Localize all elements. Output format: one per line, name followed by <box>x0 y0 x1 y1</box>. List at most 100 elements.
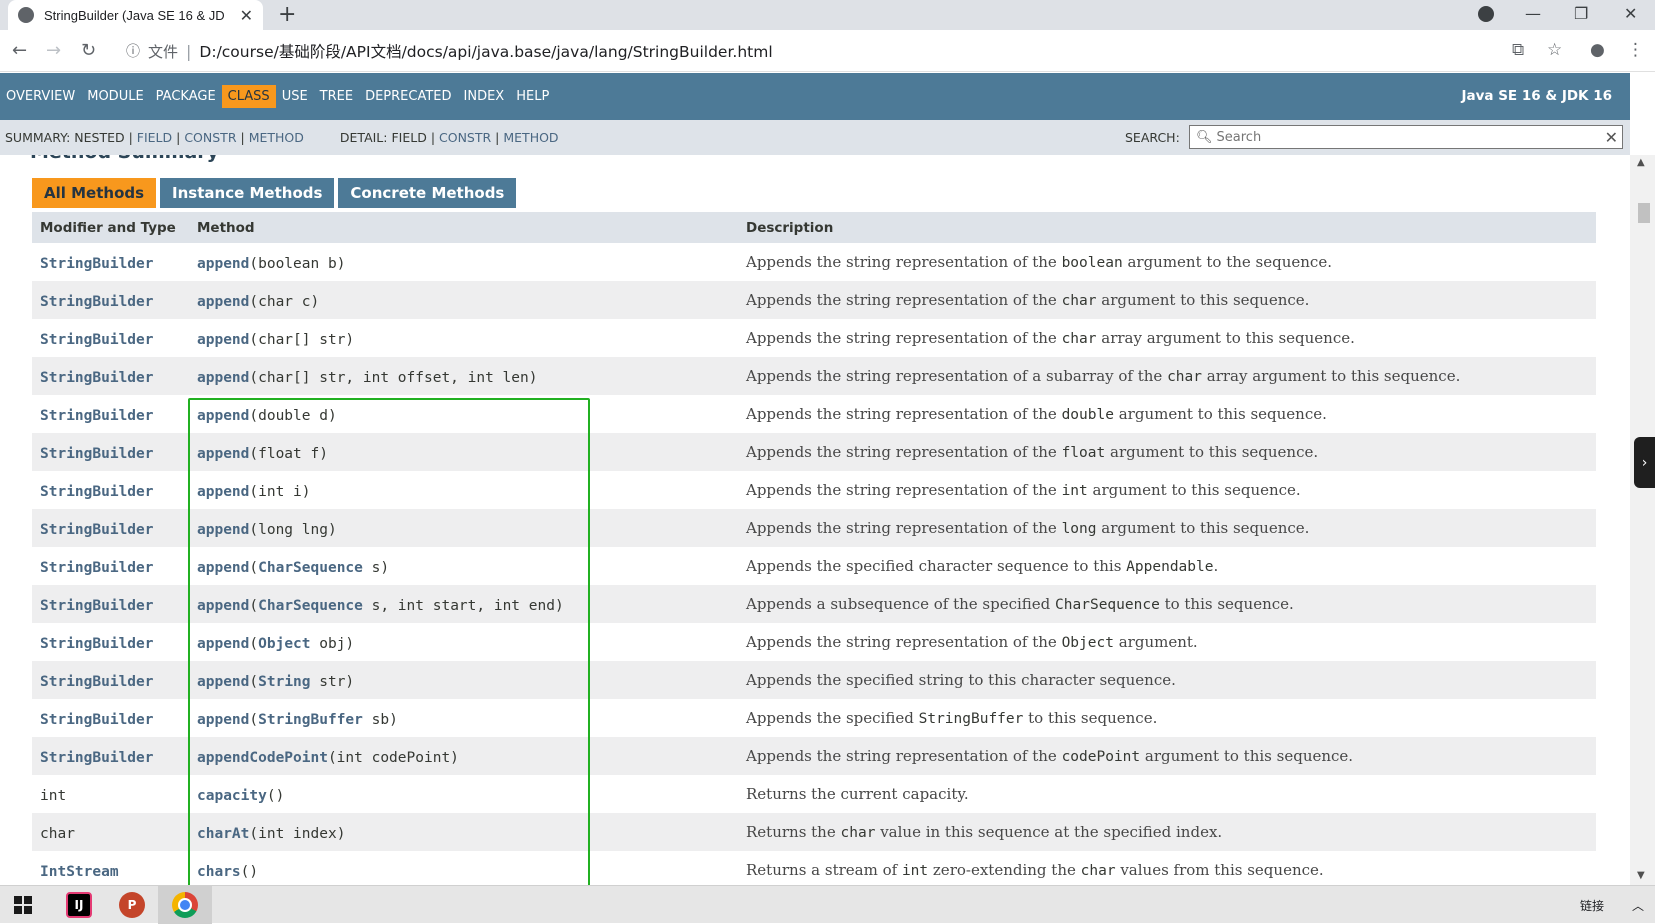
tab-instance-methods[interactable]: Instance Methods <box>160 178 335 208</box>
nav-tree[interactable]: TREE <box>314 85 359 108</box>
menu-icon[interactable]: ⋮ <box>1627 40 1644 60</box>
return-type[interactable]: StringBuilder <box>32 747 189 766</box>
return-type[interactable]: StringBuilder <box>32 709 189 728</box>
method-name-link[interactable]: append <box>197 370 249 386</box>
side-panel-toggle-icon[interactable]: › <box>1634 437 1655 488</box>
return-type-link[interactable]: StringBuilder <box>40 256 154 272</box>
browser-tab[interactable]: StringBuilder (Java SE 16 & JD ✕ <box>8 0 263 30</box>
nav-deprecated[interactable]: DEPRECATED <box>359 85 457 108</box>
bookmark-star-icon[interactable]: ☆ <box>1547 40 1562 60</box>
new-tab-button[interactable]: + <box>278 2 296 27</box>
tab-close-icon[interactable]: ✕ <box>240 6 253 25</box>
method-name-link[interactable]: append <box>197 636 249 652</box>
return-type-link[interactable]: StringBuilder <box>40 332 154 348</box>
method-name-link[interactable]: charAt <box>197 826 249 842</box>
address-bar[interactable]: ⓘ 文件 | D:/course/基础阶段/API文档/docs/api/jav… <box>118 36 1538 66</box>
restore-icon[interactable]: ❐ <box>1574 4 1588 23</box>
summary-field-link[interactable]: FIELD <box>137 130 172 145</box>
param-type-link[interactable]: String <box>258 674 310 690</box>
return-type[interactable]: StringBuilder <box>32 557 189 576</box>
summary-method-link[interactable]: METHOD <box>249 130 304 145</box>
return-type[interactable]: StringBuilder <box>32 367 189 386</box>
return-type[interactable]: StringBuilder <box>32 671 189 690</box>
nav-index[interactable]: INDEX <box>458 85 511 108</box>
return-type[interactable]: StringBuilder <box>32 519 189 538</box>
method-name-link[interactable]: append <box>197 674 249 690</box>
return-type-link[interactable]: StringBuilder <box>40 294 154 310</box>
tab-all-methods[interactable]: All Methods <box>32 178 157 208</box>
param-type-link[interactable]: Object <box>258 636 310 652</box>
detail-constr-link[interactable]: CONSTR <box>439 130 491 145</box>
vertical-scrollbar[interactable]: ▲ ▼ <box>1630 155 1655 885</box>
method-name-link[interactable]: append <box>197 408 249 424</box>
method-description: Appends a subsequence of the specified C… <box>746 595 1596 613</box>
return-type-link[interactable]: StringBuilder <box>40 636 154 652</box>
minimize-icon[interactable]: — <box>1525 4 1541 23</box>
site-info-icon[interactable]: ⓘ <box>126 41 140 61</box>
return-type[interactable]: StringBuilder <box>32 329 189 348</box>
method-name-link[interactable]: chars <box>197 864 241 880</box>
detail-method-link[interactable]: METHOD <box>503 130 558 145</box>
summary-constr-link[interactable]: CONSTR <box>184 130 236 145</box>
method-name-link[interactable]: append <box>197 712 249 728</box>
intellij-idea-icon[interactable]: IJ <box>66 892 92 918</box>
search-input[interactable] <box>1216 129 1605 145</box>
links-toolbar-label[interactable]: 链接 <box>1580 897 1604 914</box>
forward-icon[interactable]: → <box>46 40 61 61</box>
scroll-thumb[interactable] <box>1638 203 1650 223</box>
return-type-link[interactable]: StringBuilder <box>40 446 154 462</box>
method-name-link[interactable]: appendCodePoint <box>197 750 328 766</box>
reload-icon[interactable]: ↻ <box>81 40 96 61</box>
return-type[interactable]: StringBuilder <box>32 595 189 614</box>
method-name-link[interactable]: append <box>197 484 249 500</box>
return-type-link[interactable]: StringBuilder <box>40 484 154 500</box>
method-name-link[interactable]: append <box>197 598 249 614</box>
return-type[interactable]: StringBuilder <box>32 253 189 272</box>
return-type-link[interactable]: StringBuilder <box>40 712 154 728</box>
nav-overview[interactable]: OVERVIEW <box>0 85 81 108</box>
search-clear-icon[interactable]: ✕ <box>1605 128 1618 147</box>
powerpoint-icon[interactable]: P <box>119 892 145 918</box>
tray-chevron-up-icon[interactable]: ︿ <box>1632 897 1644 914</box>
url-text[interactable]: D:/course/基础阶段/API文档/docs/api/java.base/… <box>199 40 772 62</box>
method-name-link[interactable]: append <box>197 522 249 538</box>
media-control-icon[interactable] <box>1478 6 1494 22</box>
scroll-up-icon[interactable]: ▲ <box>1637 157 1645 168</box>
method-name-link[interactable]: append <box>197 256 249 272</box>
tab-concrete-methods[interactable]: Concrete Methods <box>338 178 517 208</box>
windows-start-icon[interactable] <box>14 896 32 914</box>
back-icon[interactable]: ← <box>12 40 27 61</box>
return-type-link[interactable]: StringBuilder <box>40 522 154 538</box>
param-type-link[interactable]: CharSequence <box>258 598 363 614</box>
search-box[interactable]: 🔍︎ ✕ <box>1189 125 1623 149</box>
window-close-icon[interactable]: ✕ <box>1624 4 1637 23</box>
chrome-icon[interactable] <box>172 892 198 918</box>
return-type[interactable]: StringBuilder <box>32 481 189 500</box>
nav-package[interactable]: PACKAGE <box>150 85 222 108</box>
method-name-link[interactable]: append <box>197 294 249 310</box>
nav-help[interactable]: HELP <box>510 85 555 108</box>
method-name-link[interactable]: append <box>197 446 249 462</box>
return-type[interactable]: StringBuilder <box>32 633 189 652</box>
param-type-link[interactable]: StringBuffer <box>258 712 363 728</box>
return-type[interactable]: StringBuilder <box>32 291 189 310</box>
nav-use[interactable]: USE <box>276 85 314 108</box>
method-name-link[interactable]: append <box>197 560 249 576</box>
return-type-link[interactable]: StringBuilder <box>40 750 154 766</box>
return-type-link[interactable]: StringBuilder <box>40 674 154 690</box>
return-type-link[interactable]: StringBuilder <box>40 598 154 614</box>
return-type-link[interactable]: IntStream <box>40 864 119 880</box>
return-type[interactable]: StringBuilder <box>32 405 189 424</box>
profile-icon[interactable]: ● <box>1590 40 1605 60</box>
method-name-link[interactable]: capacity <box>197 788 267 804</box>
method-name-link[interactable]: append <box>197 332 249 348</box>
nav-module[interactable]: MODULE <box>81 85 149 108</box>
return-type-link[interactable]: StringBuilder <box>40 408 154 424</box>
return-type-link[interactable]: StringBuilder <box>40 370 154 386</box>
return-type[interactable]: StringBuilder <box>32 443 189 462</box>
param-type-link[interactable]: CharSequence <box>258 560 363 576</box>
translate-icon[interactable]: ⧉ <box>1512 40 1524 60</box>
return-type-link[interactable]: StringBuilder <box>40 560 154 576</box>
return-type[interactable]: IntStream <box>32 861 189 880</box>
scroll-down-icon[interactable]: ▼ <box>1637 870 1645 881</box>
